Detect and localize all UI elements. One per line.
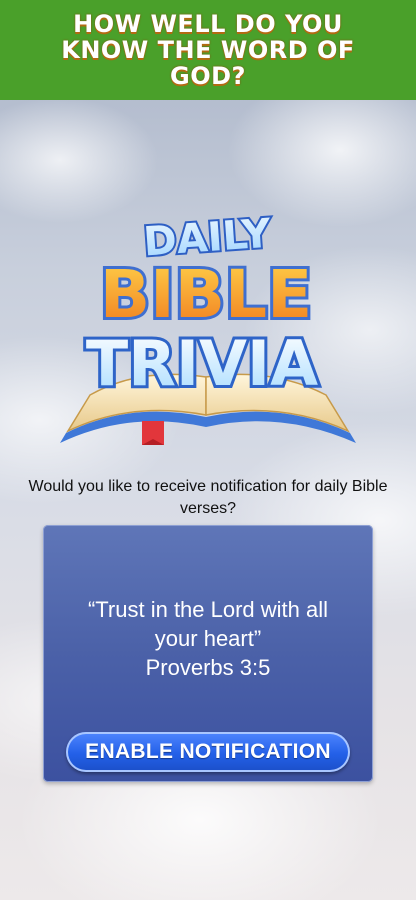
top-banner: HOW WELL DO YOU KNOW THE WORD OF GOD? bbox=[0, 0, 416, 100]
logo-trivia-text: TRIVIA bbox=[86, 327, 318, 400]
logo-bible-text: BIBLE bbox=[100, 256, 312, 333]
verse-quote-line-2: your heart” bbox=[154, 626, 262, 651]
verse-quote-line-1: “Trust in the Lord with all bbox=[87, 597, 329, 622]
verse-reference: Proverbs 3:5 bbox=[145, 655, 271, 680]
banner-headline: HOW WELL DO YOU KNOW THE WORD OF GOD? bbox=[61, 10, 355, 90]
app-logo: DAILY BIBLE TRIVIA bbox=[60, 209, 356, 445]
enable-notification-button[interactable]: ENABLE NOTIFICATION bbox=[66, 732, 350, 772]
notification-prompt: Would you like to receive notification f… bbox=[28, 478, 388, 517]
verse-card: “Trust in the Lord with all your heart” … bbox=[43, 525, 373, 782]
verse-quote: “Trust in the Lord with all your heart” … bbox=[53, 595, 363, 682]
